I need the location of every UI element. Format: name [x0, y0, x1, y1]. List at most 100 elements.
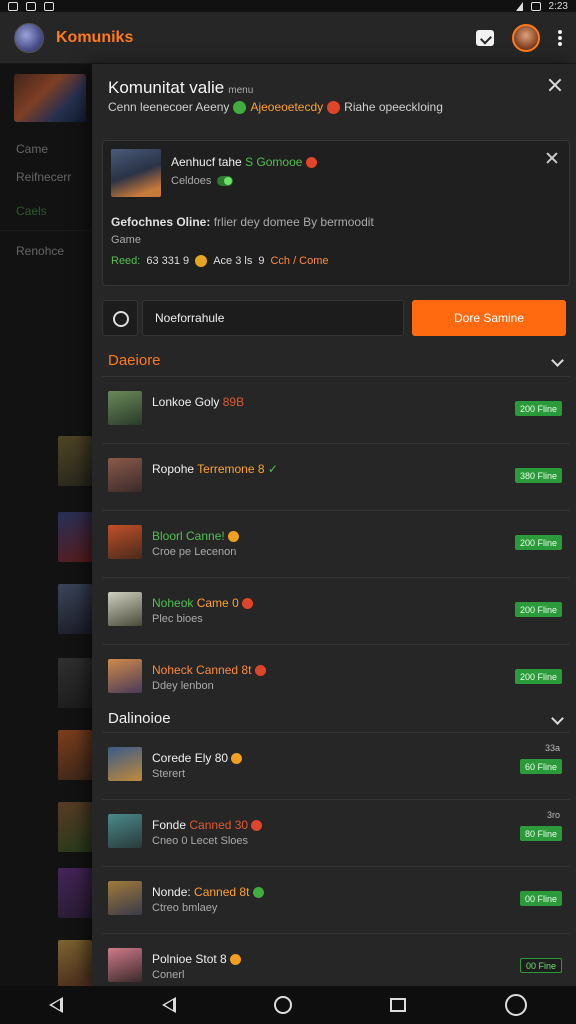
section1-list: Lonkoe Goly 89B 200 Fline Ropohe Terremo…: [102, 376, 570, 711]
member-name-text: Ropohe: [152, 462, 195, 476]
game-thumbnail: [111, 149, 161, 197]
game-description-bold: Gefochnes Oline:: [111, 215, 211, 229]
recent-apps-icon[interactable]: [390, 998, 407, 1012]
user-avatar[interactable]: [512, 23, 540, 52]
community-avatar[interactable]: [14, 22, 44, 53]
panel-title-small: menu: [228, 85, 254, 96]
member-name: Noheck Canned 8t: [152, 663, 266, 677]
game-description: Gefochnes Oline: frlier dey domee By ber…: [111, 215, 374, 229]
list-item[interactable]: Bloorl Canne! Croe pe Lecenon 200 Fline: [102, 510, 570, 577]
list-item[interactable]: Lonkoe Goly 89B 200 Fline: [102, 376, 570, 443]
back-icon[interactable]: [49, 997, 64, 1013]
member-name: Fonde Canned 30: [152, 818, 263, 832]
member-name: Noheok Came 0: [152, 596, 254, 610]
member-meta: 3ro: [546, 810, 560, 820]
member-avatar: [108, 525, 142, 559]
member-tag: Canned 8t: [194, 885, 250, 899]
close-icon[interactable]: [546, 76, 564, 94]
status-badge: 380 Fline: [514, 468, 562, 483]
game-name: Aenhucf tahe S Gomooe: [171, 155, 317, 169]
stats-orange: Cch / Come: [270, 255, 329, 267]
list-item[interactable]: Noheok Came 0 Plec bioes 200 Fline: [102, 577, 570, 644]
top-app-bar: Komuniks: [0, 12, 576, 64]
list-item[interactable]: Corede Ely 80 Sterert 33a 60 Fline: [102, 732, 570, 799]
app-title: Komuniks: [56, 28, 134, 46]
member-avatar: [108, 948, 142, 982]
check-icon: [252, 887, 264, 899]
compass-icon-button[interactable]: [102, 300, 138, 336]
home-icon[interactable]: [273, 996, 292, 1014]
check-icon: ✓: [267, 462, 278, 476]
status-bar: 2:23: [0, 0, 576, 12]
list-item[interactable]: Nonde: Canned 8t Ctreo bmlaey 00 Fline: [102, 866, 570, 933]
game-name-highlight: S Gomooe: [245, 155, 303, 169]
member-name-text: Nonde:: [152, 885, 191, 899]
status-badge: 60 Fline: [519, 759, 562, 774]
stats-values: 63 331 9: [146, 255, 190, 267]
member-avatar: [108, 458, 142, 492]
search-input[interactable]: [142, 300, 404, 336]
member-name-text: Polnioe Stot 8: [152, 952, 227, 966]
game-description-rest: frlier dey domee By bermoodit: [213, 215, 374, 229]
panel-title: Komunitat valie menu: [108, 78, 253, 98]
member-name-text: Noheck Canned 8t: [152, 663, 252, 677]
alert-icon: [254, 665, 266, 677]
notification-icon: [8, 1, 18, 11]
member-name-text: Noheok: [152, 596, 194, 610]
list-item[interactable]: Ropohe Terremone 8 ✓ 380 Fline: [102, 443, 570, 510]
game-name-prefix: Aenhucf tahe: [171, 155, 242, 169]
member-name-text: Bloorl Canne!: [152, 529, 225, 543]
status-badge: 200 Fline: [514, 535, 562, 550]
member-tag: 89B: [222, 395, 245, 409]
alert-icon: [242, 598, 254, 610]
member-name: Bloorl Canne!: [152, 529, 240, 543]
section1-title[interactable]: Daeiore: [108, 352, 161, 369]
member-name: Corede Ely 80: [152, 751, 243, 765]
member-avatar: [108, 814, 142, 848]
fire-icon: [305, 157, 317, 169]
panel-subtitle: Cenn leenecoer Aeeny Ajeoeoetecdy Riahe …: [108, 100, 443, 114]
more-options-icon[interactable]: [558, 29, 562, 46]
subtitle-c: Riahe opeeckloing: [344, 100, 443, 114]
chevron-down-icon[interactable]: [551, 712, 564, 725]
search-row: Dore Samine: [102, 300, 570, 336]
member-tag: Came 0: [196, 596, 239, 610]
signal-icon: [515, 1, 523, 11]
list-item[interactable]: Fonde Canned 30 Cneo 0 Lecet Sloes 3ro 8…: [102, 799, 570, 866]
card-close-icon[interactable]: [545, 151, 559, 165]
member-name: Lonkoe Goly 89B: [152, 395, 244, 409]
list-item[interactable]: Noheck Canned 8t Ddey lenbon 200 Fline: [102, 644, 570, 711]
chat-icon[interactable]: [476, 29, 494, 46]
member-name: Ropohe Terremone 8 ✓: [152, 462, 278, 476]
member-avatar: [108, 592, 142, 626]
status-toggle[interactable]: [217, 176, 234, 186]
back-alt-icon[interactable]: [161, 997, 176, 1013]
chevron-down-icon[interactable]: [551, 354, 564, 367]
assistant-icon[interactable]: [504, 994, 527, 1016]
panel-title-text: Komunitat valie: [108, 78, 225, 97]
member-subtitle: Sterert: [152, 768, 186, 780]
app-notification-icon: [44, 1, 54, 11]
member-subtitle: Ctreo bmlaey: [152, 902, 218, 914]
featured-game-card[interactable]: Aenhucf tahe S Gomooe Celdoes Gefochnes …: [102, 140, 570, 286]
member-subtitle: Conerl: [152, 969, 185, 981]
section2-title[interactable]: Dalinoioe: [108, 710, 171, 727]
member-tag: Canned 30: [189, 818, 249, 832]
subtitle-a: Cenn leenecoer Aeeny: [108, 100, 230, 114]
subtitle-b: Ajeoeoetecdy: [250, 100, 324, 114]
game-status: Celdoes: [171, 175, 234, 187]
primary-action-button[interactable]: Dore Samine: [412, 300, 566, 336]
status-time: 2:23: [548, 0, 568, 12]
image-icon: [26, 1, 36, 11]
sidebar: Came Reifnecerr Caels Renohce: [0, 64, 92, 990]
system-nav-bar: [0, 986, 576, 1024]
status-badge: 00 Fine: [519, 958, 562, 973]
badge-icon: [228, 531, 240, 543]
check-icon: [233, 100, 247, 114]
status-badge: 200 Fline: [514, 669, 562, 684]
alert-icon: [327, 100, 341, 114]
game-status-text: Celdoes: [171, 175, 212, 187]
game-category: Game: [111, 234, 141, 246]
member-name: Nonde: Canned 8t: [152, 885, 264, 899]
member-avatar: [108, 881, 142, 915]
